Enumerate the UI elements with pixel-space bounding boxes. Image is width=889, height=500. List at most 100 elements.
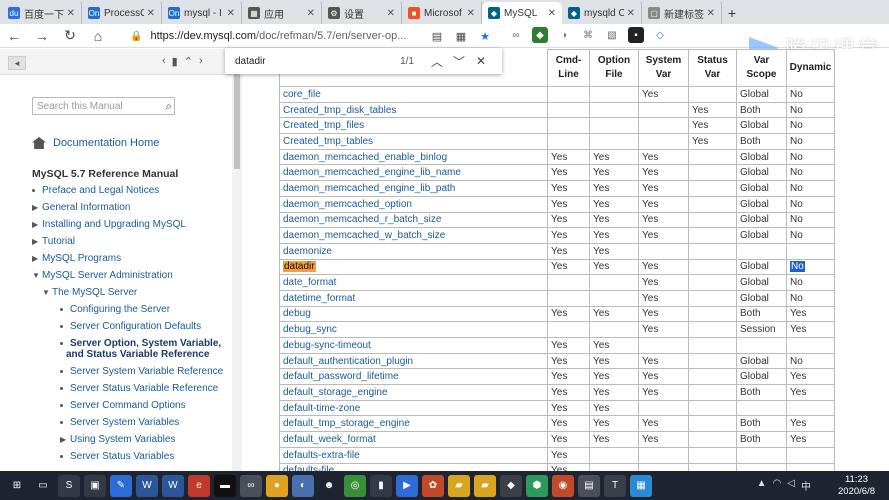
chrome-icon[interactable]: ●	[266, 474, 288, 497]
app-icon[interactable]: ◉	[552, 474, 574, 497]
variable-name-cell[interactable]: daemon_memcached_r_batch_size	[279, 211, 548, 229]
home-icon[interactable]: ⌂	[84, 24, 112, 48]
browser-tab[interactable]: On mysql - I ✕	[162, 2, 242, 24]
collapse-arrow-icon[interactable]: ▼	[32, 271, 42, 280]
close-tab-icon[interactable]: ✕	[387, 8, 395, 19]
variable-link[interactable]: datadir	[283, 261, 316, 273]
variable-link[interactable]: debug-sync-timeout	[283, 340, 371, 351]
variable-name-cell[interactable]: datadir	[279, 258, 548, 276]
variable-name-cell[interactable]: core_file	[279, 86, 548, 103]
close-tab-icon[interactable]: ✕	[67, 8, 75, 19]
chevron-left-icon[interactable]: ‹	[162, 55, 166, 68]
sidebar-nav-item[interactable]: Server Configuration Defaults	[60, 321, 201, 332]
variable-link[interactable]: daemon_memcached_r_batch_size	[283, 214, 441, 225]
app-icon[interactable]: ∞	[240, 474, 262, 497]
variable-name-cell[interactable]: defaults-extra-file	[279, 446, 548, 464]
collapse-arrow-icon[interactable]: ▼	[42, 288, 52, 297]
variable-link[interactable]: daemon_memcached_engine_lib_path	[283, 183, 455, 194]
browser-tab[interactable]: ▦ 应用 ✕	[242, 2, 322, 24]
sidebar-nav-item[interactable]: ▶ General Information	[32, 202, 130, 213]
expand-arrow-icon[interactable]: ▶	[60, 435, 70, 444]
chevron-right-icon[interactable]: ›	[199, 55, 203, 68]
variable-name-cell[interactable]: default_tmp_storage_engine	[279, 415, 548, 433]
extension-icon[interactable]: ∞	[508, 27, 524, 43]
documentation-home-link[interactable]: Documentation Home	[32, 137, 159, 149]
variable-name-cell[interactable]: defaults-file	[279, 462, 548, 471]
sidebar-nav-item[interactable]: ▶ MySQL Programs	[32, 253, 121, 264]
app-icon[interactable]: ✿	[422, 474, 444, 497]
variable-link[interactable]: date_format	[283, 277, 336, 288]
close-tab-icon[interactable]: ✕	[227, 8, 235, 19]
sidebar-nav-item[interactable]: Server System Variable Reference	[60, 366, 223, 377]
browser-tab[interactable]: ▢ 新建标签 ✕	[642, 2, 722, 24]
reload-icon[interactable]: ↻	[56, 24, 84, 48]
app-icon[interactable]: ▶	[396, 474, 418, 497]
app-icon[interactable]: e	[188, 474, 210, 497]
variable-link[interactable]: defaults-extra-file	[283, 450, 360, 461]
search-icon[interactable]: ⌕	[165, 99, 172, 114]
variable-link[interactable]: debug_sync	[283, 324, 337, 335]
variable-link[interactable]: daemon_memcached_enable_binlog	[283, 152, 447, 163]
variable-name-cell[interactable]: daemon_memcached_w_batch_size	[279, 227, 548, 244]
close-icon[interactable]: ✕	[470, 54, 492, 68]
browser-tab[interactable]: On ProcessO ✕	[82, 2, 162, 24]
folder-icon[interactable]: ▰	[474, 474, 496, 497]
sidebar-nav-item[interactable]: ▶ Using System Variables	[60, 434, 175, 445]
browser-tab[interactable]: ■ Microsof ✕	[402, 2, 482, 24]
variable-name-cell[interactable]: default_password_lifetime	[279, 368, 548, 386]
system-clock[interactable]: 11:23 2020/6/8	[838, 474, 875, 498]
qq-icon[interactable]: ☻	[318, 474, 340, 497]
variable-name-cell[interactable]: default_storage_engine	[279, 384, 548, 401]
expand-arrow-icon[interactable]: ▶	[32, 220, 42, 229]
variable-name-cell[interactable]: Created_tmp_files	[279, 117, 548, 135]
variable-link[interactable]: daemon_memcached_option	[283, 199, 412, 210]
sidebar-nav-item[interactable]: Server Status Variables	[60, 451, 174, 462]
folder-icon[interactable]: ▰	[448, 474, 470, 497]
close-tab-icon[interactable]: ✕	[147, 8, 155, 19]
variable-link[interactable]: default-time-zone	[283, 403, 360, 414]
chevron-up-icon[interactable]: ⌃	[184, 55, 193, 68]
volume-icon[interactable]: ◁	[787, 478, 795, 493]
app-icon[interactable]: ▦	[630, 474, 652, 497]
app-icon[interactable]: ⬢	[526, 474, 548, 497]
extension-icon[interactable]: ⌘	[580, 27, 596, 43]
sidebar-nav-item[interactable]: ▶ Installing and Upgrading MySQL	[32, 219, 186, 230]
variable-link[interactable]: Created_tmp_disk_tables	[283, 105, 396, 116]
variable-link[interactable]: daemonize	[283, 246, 332, 257]
variable-name-cell[interactable]: daemon_memcached_option	[279, 195, 548, 213]
variable-name-cell[interactable]: default_authentication_plugin	[279, 352, 548, 370]
chevron-down-icon[interactable]: ﹀	[448, 53, 470, 70]
sidebar-nav-item[interactable]: Configuring the Server	[60, 304, 170, 315]
app-icon[interactable]: ▤	[578, 474, 600, 497]
variable-name-cell[interactable]: Created_tmp_disk_tables	[279, 101, 548, 119]
browser-tab[interactable]: du 百度一下 ✕	[2, 2, 82, 24]
word-icon[interactable]: W	[136, 474, 158, 497]
chrome-icon[interactable]: ◎	[344, 474, 366, 497]
close-tab-icon[interactable]: ✕	[548, 8, 556, 19]
app-icon[interactable]: S	[58, 474, 80, 497]
close-tab-icon[interactable]: ✕	[707, 8, 715, 19]
extension-icon[interactable]: ◑	[556, 27, 572, 43]
variable-name-cell[interactable]: default_week_format	[279, 431, 548, 448]
extension-icon[interactable]: ◇	[652, 27, 668, 43]
sidebar-nav-item[interactable]: Server System Variables	[60, 417, 179, 428]
word-icon[interactable]: W	[162, 474, 184, 497]
book-icon[interactable]: ▮	[172, 55, 178, 68]
variable-name-cell[interactable]: debug_sync	[279, 321, 548, 338]
app-icon[interactable]: ▮	[370, 474, 392, 497]
variable-name-cell[interactable]: date_format	[279, 274, 548, 291]
extension-icon[interactable]: ▧	[604, 27, 620, 43]
variable-link[interactable]: daemon_memcached_engine_lib_name	[283, 167, 461, 178]
expand-arrow-icon[interactable]: ▶	[32, 237, 42, 246]
app-icon[interactable]: ◐	[292, 474, 314, 497]
sidebar-nav-item[interactable]: Server Status Variable Reference	[60, 383, 218, 394]
find-query-input[interactable]: datadir	[235, 56, 400, 67]
terminal-icon[interactable]: ▬	[214, 474, 236, 497]
network-icon[interactable]: ◠	[773, 478, 782, 493]
variable-link[interactable]: Created_tmp_tables	[283, 136, 373, 147]
sidebar-nav-item[interactable]: and Status Variable Reference	[66, 349, 209, 360]
chevron-up-icon[interactable]: ︿	[426, 53, 448, 70]
variable-link[interactable]: default_authentication_plugin	[283, 356, 413, 367]
expand-arrow-icon[interactable]: ▶	[32, 254, 42, 263]
variable-name-cell[interactable]: daemonize	[279, 242, 548, 260]
